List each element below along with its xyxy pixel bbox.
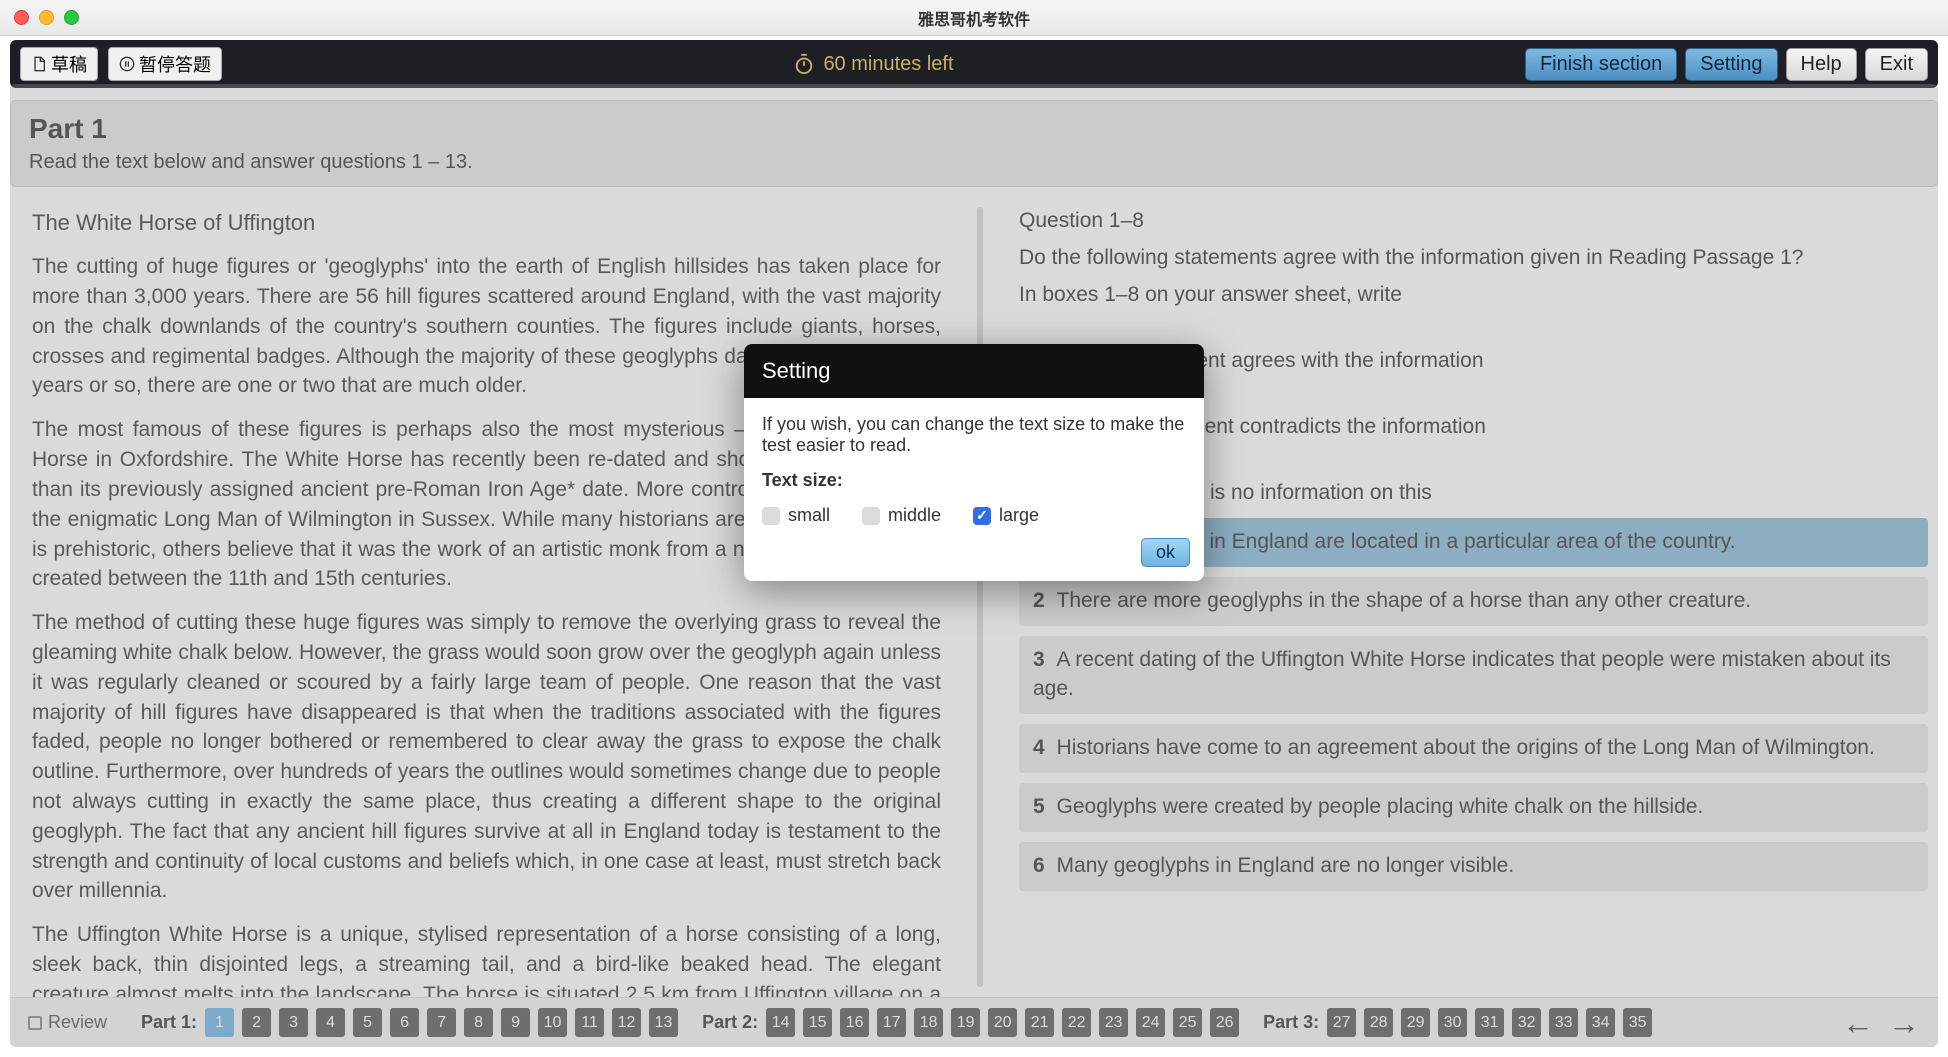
exit-button[interactable]: Exit — [1865, 48, 1928, 81]
setting-dialog: Setting If you wish, you can change the … — [744, 344, 1204, 581]
dialog-title: Setting — [744, 344, 1204, 398]
draft-button[interactable]: 草稿 — [20, 47, 98, 81]
stopwatch-icon — [793, 53, 815, 75]
text-size-options: small middle large — [762, 505, 1186, 526]
toolbar: 草稿 暂停答题 60 minutes left Finish section S… — [10, 40, 1938, 88]
window-titlebar: 雅思哥机考软件 — [0, 0, 1948, 36]
window-title: 雅思哥机考软件 — [918, 6, 1030, 30]
dialog-text: If you wish, you can change the text siz… — [762, 414, 1186, 456]
maximize-window-button[interactable] — [64, 10, 79, 25]
draft-label: 草稿 — [51, 51, 87, 77]
size-small-checkbox[interactable]: small — [762, 505, 830, 526]
minimize-window-button[interactable] — [39, 10, 54, 25]
dialog-footer: ok — [744, 538, 1204, 581]
text-size-label: Text size: — [762, 470, 1186, 491]
ok-button[interactable]: ok — [1141, 538, 1190, 567]
dialog-body: If you wish, you can change the text siz… — [744, 398, 1204, 538]
close-window-button[interactable] — [14, 10, 29, 25]
pause-label: 暂停答题 — [139, 51, 211, 77]
pause-icon — [119, 56, 135, 72]
timer: 60 minutes left — [232, 53, 1515, 76]
setting-button[interactable]: Setting — [1685, 48, 1777, 81]
toolbar-right: Finish section Setting Help Exit — [1525, 48, 1928, 81]
document-icon — [31, 56, 47, 72]
timer-text: 60 minutes left — [823, 53, 953, 76]
size-middle-checkbox[interactable]: middle — [862, 505, 941, 526]
finish-section-button[interactable]: Finish section — [1525, 48, 1677, 81]
traffic-lights — [0, 10, 79, 25]
pause-button[interactable]: 暂停答题 — [108, 47, 222, 81]
size-large-checkbox[interactable]: large — [973, 505, 1039, 526]
modal-overlay[interactable]: Setting If you wish, you can change the … — [10, 84, 1938, 1047]
help-button[interactable]: Help — [1786, 48, 1857, 81]
